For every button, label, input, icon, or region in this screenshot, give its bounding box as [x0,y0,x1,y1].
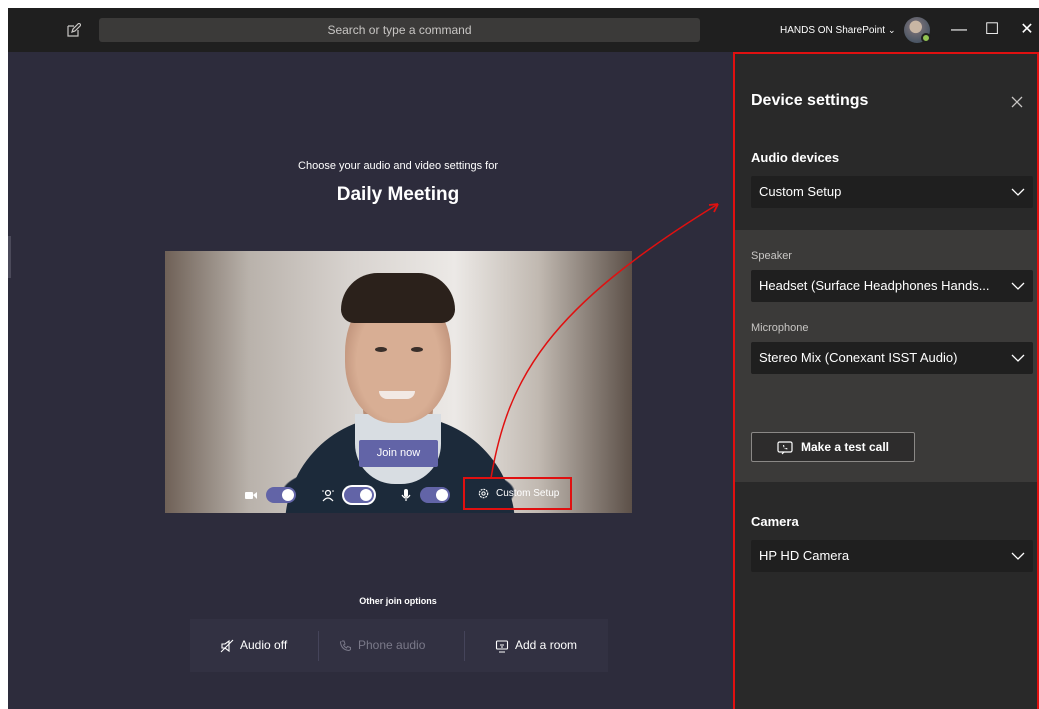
divider [464,631,465,661]
maximize-button[interactable]: ☐ [976,8,1008,52]
compose-icon[interactable] [67,23,81,37]
close-icon[interactable] [1011,96,1023,108]
org-switcher[interactable]: HANDS ON SharePoint ⌄ [780,8,896,52]
panel-title: Device settings [751,92,869,109]
video-preview [165,251,632,513]
camera-heading: Camera [751,514,799,529]
presence-badge [921,33,931,43]
microphone-label: Microphone [751,322,809,334]
person-eye-right [411,347,423,352]
test-call-label: Make a test call [800,440,890,454]
person-eye-left [375,347,387,352]
toggle-knob [436,489,448,501]
speaker-dropdown[interactable]: Headset (Surface Headphones Hands... [751,270,1033,302]
audio-devices-heading: Audio devices [751,150,840,165]
audio-device-details: Speaker Headset (Surface Headphones Hand… [735,230,1037,482]
mic-toggle[interactable] [420,487,450,503]
add-room-label: Add a room [515,638,578,652]
audio-off-option[interactable]: Audio off [220,619,287,672]
prejoin-subtitle: Choose your audio and video settings for [298,160,498,172]
chevron-down-icon [1011,552,1025,560]
background-blur-toggle[interactable] [344,487,374,503]
custom-setup-label: Custom Setup [496,488,560,499]
audio-off-label: Audio off [240,638,288,652]
phone-audio-option[interactable]: Phone audio [339,619,426,672]
speaker-value: Headset (Surface Headphones Hands... [759,278,990,293]
meeting-title: Daily Meeting [336,184,460,205]
close-window-button[interactable]: ✕ [1011,8,1039,52]
camera-dropdown[interactable]: HP HD Camera [751,540,1033,572]
mic-icon [401,489,411,501]
audio-devices-dropdown[interactable]: Custom Setup [751,176,1033,208]
org-name: HANDS ON SharePoint [780,25,886,36]
join-now-button[interactable]: Join now [359,440,438,467]
person-mouth [379,391,415,399]
make-test-call-button[interactable]: Make a test call [751,432,915,462]
phone-audio-label: Phone audio [358,638,426,652]
chevron-down-icon [1011,282,1025,290]
chevron-down-icon [1011,354,1025,362]
camera-toggle[interactable] [266,487,296,503]
device-settings-panel: Device settings Audio devices Custom Set… [733,52,1039,709]
person-hair [341,273,455,323]
speaker-label: Speaker [751,250,792,262]
minimize-button[interactable]: — [943,8,975,52]
gear-icon [478,488,489,499]
microphone-value: Stereo Mix (Conexant ISST Audio) [759,350,958,365]
blur-icon [322,489,334,502]
teams-window: Search or type a command HANDS ON ShareP… [8,8,1039,709]
microphone-dropdown[interactable]: Stereo Mix (Conexant ISST Audio) [751,342,1033,374]
custom-setup-button[interactable]: Custom Setup [463,477,572,510]
toggle-knob [282,489,294,501]
divider [318,631,319,661]
search-input[interactable]: Search or type a command [99,18,700,42]
other-join-options-title: Other join options [359,596,437,606]
chevron-down-icon [1011,188,1025,196]
other-join-options: Audio off Phone audio Add a room [190,619,608,672]
camera-value: HP HD Camera [759,548,850,563]
room-icon [495,640,509,653]
left-rail-indicator [8,236,11,278]
toggle-knob [360,489,372,501]
chevron-down-icon: ⌄ [888,25,896,35]
camera-icon [245,492,257,499]
add-room-option[interactable]: Add a room [495,619,577,672]
phone-icon [339,640,351,651]
audio-devices-value: Custom Setup [759,184,842,199]
test-call-icon [777,441,793,455]
title-bar: Search or type a command HANDS ON ShareP… [8,8,1039,52]
speaker-off-icon [220,639,234,653]
